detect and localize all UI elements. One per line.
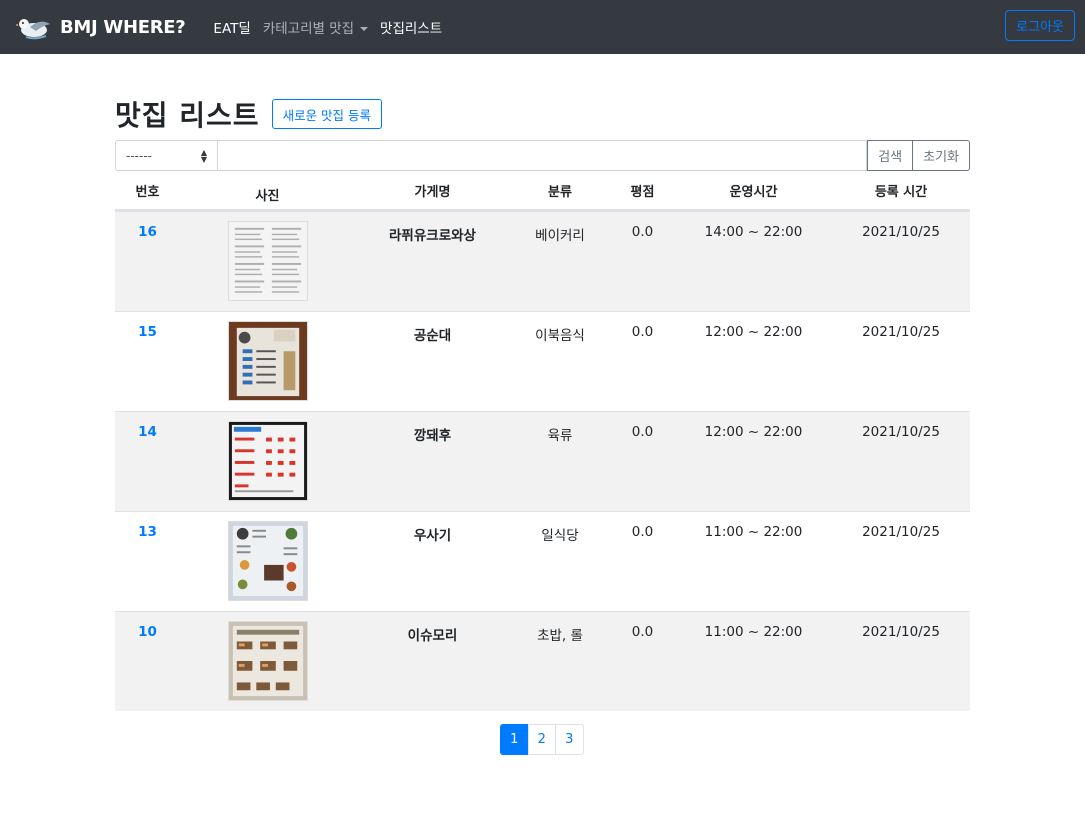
store-registered-date: 2021/10/25 <box>862 524 940 540</box>
header-photo: 사진 <box>255 189 280 204</box>
store-category: 이북음식 <box>535 328 585 344</box>
restaurant-number-link[interactable]: 15 <box>138 324 157 411</box>
nav-link-eat-deal[interactable]: EAT딜 <box>213 17 250 37</box>
store-score: 0.0 <box>631 224 654 240</box>
header-store-name: 가게명 <box>414 184 451 200</box>
store-name: 이슈모리 <box>407 628 458 644</box>
restaurant-table: 번호 사진 가게명 분류 평점 운영시간 등록 시간 16 라퓌유크로와상 베이… <box>115 171 970 711</box>
table-row[interactable]: 16 라퓌유크로와상 베이커리 0.0 14:00 ~ 22:00 2021/1… <box>115 211 970 311</box>
table-row[interactable]: 14 깡돼후 육류 0.0 12:00 ~ 22:00 2021/10/25 <box>115 411 970 511</box>
seagull-logo-icon <box>16 19 50 40</box>
store-hours: 14:00 ~ 22:00 <box>704 224 803 240</box>
store-name: 깡돼후 <box>413 428 452 444</box>
store-registered-date: 2021/10/25 <box>862 624 940 640</box>
header-score: 평점 <box>630 184 655 200</box>
store-category: 베이커리 <box>535 228 585 244</box>
brand[interactable]: BMJ WHERE? <box>16 14 186 40</box>
store-registered-date: 2021/10/25 <box>862 324 940 340</box>
new-restaurant-button[interactable]: 새로운 맛집 등록 <box>271 99 383 129</box>
header-category: 분류 <box>548 184 572 200</box>
select-arrows-icon: ▲ ▼ <box>200 147 207 164</box>
store-hours: 12:00 ~ 22:00 <box>704 424 803 440</box>
restaurant-number-link[interactable]: 14 <box>138 424 157 511</box>
store-name: 라퓌유크로와상 <box>389 228 476 244</box>
brand-name: BMJ WHERE? <box>60 16 186 38</box>
search-button[interactable]: 검색 <box>867 140 913 171</box>
page-link[interactable]: 3 <box>555 724 584 755</box>
store-name: 우사기 <box>413 528 452 544</box>
store-category: 초밥, 롤 <box>537 628 583 644</box>
reset-button[interactable]: 초기화 <box>912 140 970 171</box>
header-hours: 운영시간 <box>729 184 778 200</box>
restaurant-photo[interactable] <box>227 321 308 401</box>
page-link[interactable]: 1 <box>500 724 529 755</box>
store-category: 일식당 <box>541 528 579 544</box>
restaurant-number-link[interactable]: 10 <box>138 624 157 711</box>
restaurant-number-link[interactable]: 13 <box>138 524 157 611</box>
store-name: 공순대 <box>413 328 452 344</box>
store-score: 0.0 <box>631 524 654 540</box>
header-number: 번호 <box>135 184 160 200</box>
search-bar: ------ ▲ ▼ 검색 초기화 <box>115 140 970 171</box>
table-row[interactable]: 13 우사기 일식당 0.0 11:00 ~ 22:00 2021/10/25 <box>115 511 970 611</box>
store-hours: 11:00 ~ 22:00 <box>704 524 803 540</box>
restaurant-photo[interactable] <box>227 221 308 301</box>
restaurant-photo[interactable] <box>227 421 308 501</box>
nav-link-category-label: 카테고리별 맛집 <box>262 21 355 37</box>
title-row: 맛집 리스트 새로운 맛집 등록 <box>115 94 383 134</box>
search-input[interactable] <box>218 140 868 171</box>
store-registered-date: 2021/10/25 <box>862 224 940 240</box>
restaurant-photo[interactable] <box>227 521 308 601</box>
pagination: 1 2 3 <box>500 724 584 755</box>
restaurant-number-link[interactable]: 16 <box>138 224 157 311</box>
search-filter-value: ------ <box>126 148 152 163</box>
store-score: 0.0 <box>631 624 654 640</box>
nav-link-category-dropdown[interactable]: 카테고리별 맛집 <box>262 17 369 37</box>
store-category: 육류 <box>547 428 573 444</box>
store-registered-date: 2021/10/25 <box>862 424 940 440</box>
logout-button[interactable]: 로그아웃 <box>1005 10 1075 41</box>
top-navbar: BMJ WHERE? EAT딜 카테고리별 맛집 맛집리스트 로그아웃 <box>0 0 1085 54</box>
store-hours: 12:00 ~ 22:00 <box>704 324 803 340</box>
chevron-down-icon <box>360 27 369 31</box>
page-link[interactable]: 2 <box>527 724 556 755</box>
search-filter-select[interactable]: ------ ▲ ▼ <box>115 140 218 171</box>
nav-link-restaurant-list[interactable]: 맛집리스트 <box>380 17 442 37</box>
restaurant-photo[interactable] <box>227 621 308 701</box>
table-row[interactable]: 15 공순대 이북음식 0.0 12:00 ~ 22:00 2021/10/25 <box>115 311 970 411</box>
store-hours: 11:00 ~ 22:00 <box>704 624 803 640</box>
table-header: 번호 사진 가게명 분류 평점 운영시간 등록 시간 <box>115 171 970 211</box>
page-title: 맛집 리스트 <box>115 99 260 132</box>
store-score: 0.0 <box>631 324 654 340</box>
table-row[interactable]: 10 이슈모리 초밥, 롤 0.0 11:00 ~ 22:00 2021/10/… <box>115 611 970 711</box>
store-score: 0.0 <box>631 424 654 440</box>
header-registered: 등록 시간 <box>874 184 928 200</box>
